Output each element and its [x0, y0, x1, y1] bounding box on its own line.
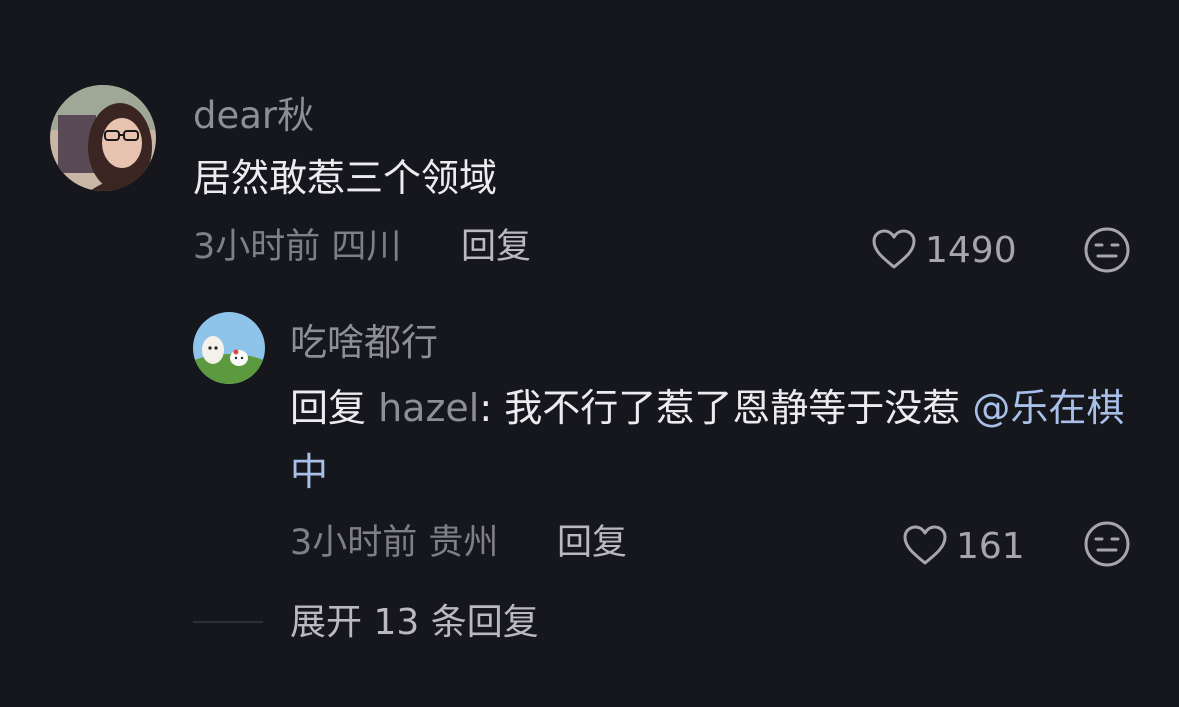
reply-prefix: 回复: [290, 386, 379, 430]
reply-to-username[interactable]: hazel: [378, 386, 479, 430]
replier-username[interactable]: 吃啥都行: [290, 324, 438, 361]
expand-divider: [193, 621, 263, 623]
heart-outline-icon: [902, 524, 948, 570]
comment-reply-button[interactable]: 回复: [461, 230, 531, 265]
reply-reply-button[interactable]: 回复: [557, 526, 627, 561]
comment-like-button[interactable]: 1490: [871, 228, 1017, 274]
commenter-username[interactable]: dear秋: [193, 97, 314, 134]
reply-like-button[interactable]: 161: [902, 524, 1025, 570]
heart-outline-icon: [871, 228, 917, 274]
comment-text: 居然敢惹三个领域: [193, 156, 498, 200]
reply-content: 回复 hazel: 我不行了惹了恩静等于没惹 @乐在棋中: [290, 376, 1140, 504]
neutral-face-icon: [1082, 521, 1132, 573]
replier-avatar[interactable]: [193, 312, 265, 384]
comment-time-location: 3小时前 四川: [193, 227, 402, 267]
commenter-avatar[interactable]: [50, 85, 156, 191]
reply-dislike-button[interactable]: [1082, 519, 1132, 573]
reply-text: 我不行了惹了恩静等于没惹: [504, 386, 973, 430]
reply-time-location: 3小时前 贵州: [290, 523, 499, 563]
reply-like-count: 161: [956, 526, 1025, 567]
comment-like-count: 1490: [925, 230, 1017, 271]
comment-dislike-button[interactable]: [1082, 225, 1132, 279]
reply-separator: :: [479, 386, 505, 430]
expand-replies-button[interactable]: 展开 13 条回复: [290, 605, 539, 641]
neutral-face-icon: [1082, 227, 1132, 279]
